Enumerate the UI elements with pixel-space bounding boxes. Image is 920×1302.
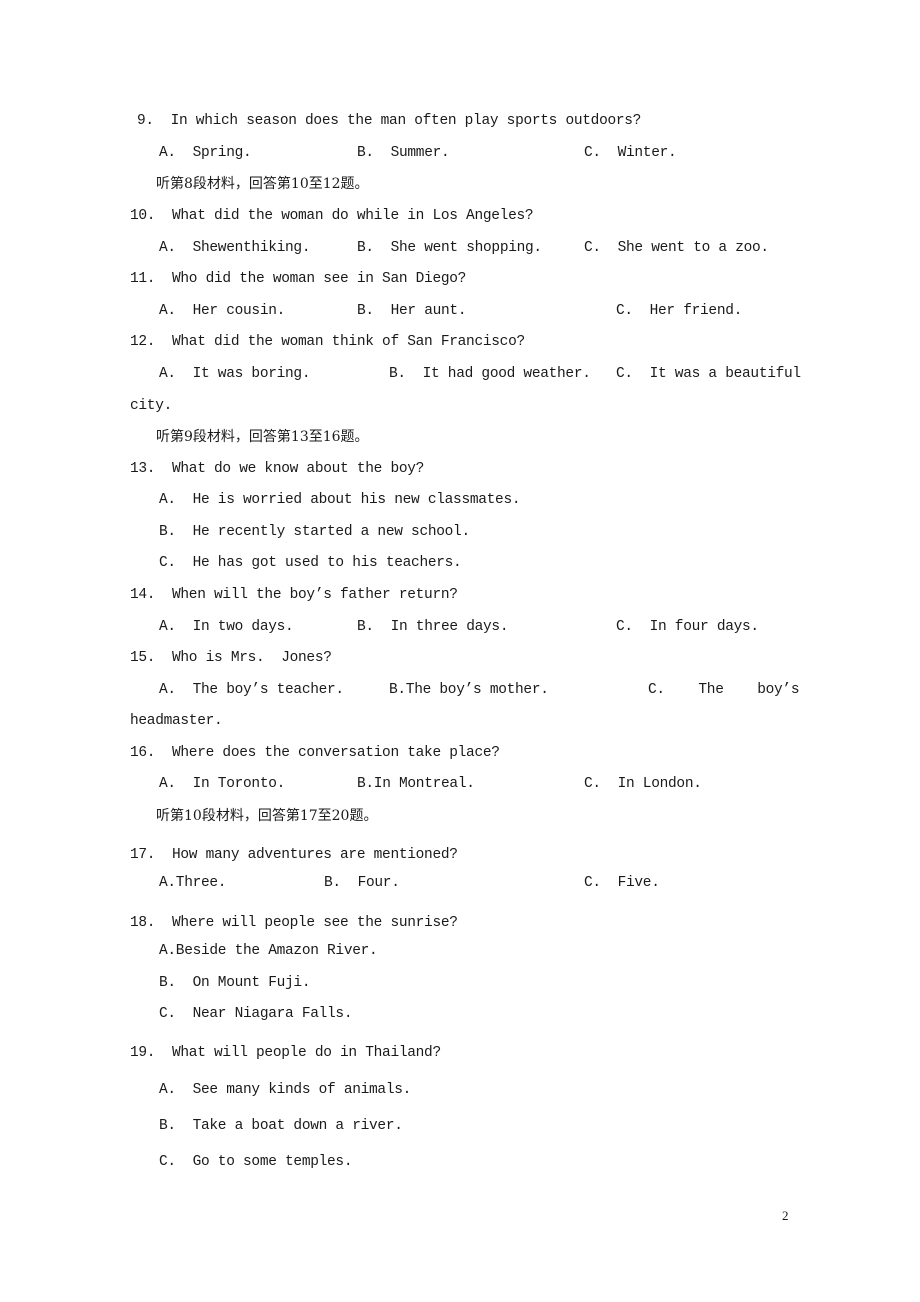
- option-17c: C. Five.: [584, 875, 660, 891]
- option-17b: B. Four.: [324, 875, 400, 891]
- page-number: 2: [782, 1208, 789, 1223]
- question-18: 18. Where will people see the sunrise?: [130, 915, 458, 931]
- question-14: 14. When will the boy’s father return?: [130, 587, 458, 603]
- option-13b: B. He recently started a new school.: [159, 524, 470, 540]
- option-11a: A. Her cousin.: [159, 303, 286, 319]
- option-17a: A.Three.: [159, 875, 227, 891]
- option-12c-continued: city.: [130, 398, 173, 414]
- section-instruction-8: 听第8段材料，回答第10至12题。: [156, 176, 369, 192]
- option-18a: A.Beside the Amazon River.: [159, 943, 378, 959]
- question-13: 13. What do we know about the boy?: [130, 461, 425, 477]
- question-15: 15. Who is Mrs. Jones?: [130, 650, 332, 666]
- option-15c-continued: headmaster.: [130, 713, 223, 729]
- option-18b: B. On Mount Fuji.: [159, 975, 311, 991]
- option-19a: A. See many kinds of animals.: [159, 1082, 412, 1098]
- option-19b: B. Take a boat down a river.: [159, 1118, 403, 1134]
- question-12: 12. What did the woman think of San Fran…: [130, 334, 525, 350]
- option-16b: B.In Montreal.: [357, 776, 475, 792]
- option-15c: C. The boy’s: [648, 682, 800, 698]
- question-9: 9. In which season does the man often pl…: [137, 113, 642, 129]
- question-11: 11. Who did the woman see in San Diego?: [130, 271, 467, 287]
- option-12a: A. It was boring.: [159, 366, 311, 382]
- option-13c: C. He has got used to his teachers.: [159, 555, 462, 571]
- option-14a: A. In two days.: [159, 619, 294, 635]
- question-19: 19. What will people do in Thailand?: [130, 1045, 441, 1061]
- option-14c: C. In four days.: [616, 619, 759, 635]
- option-10a: A. Shewenthiking.: [159, 240, 311, 256]
- option-12c: C. It was a beautiful: [616, 366, 801, 382]
- option-14b: B. In three days.: [357, 619, 509, 635]
- option-15a: A. The boy’s teacher.: [159, 682, 344, 698]
- section-instruction-10: 听第10段材料，回答第17至20题。: [156, 808, 378, 824]
- option-10c: C. She went to a zoo.: [584, 240, 769, 256]
- option-15b: B.The boy’s mother.: [389, 682, 549, 698]
- option-18c: C. Near Niagara Falls.: [159, 1006, 353, 1022]
- question-16: 16. Where does the conversation take pla…: [130, 745, 500, 761]
- option-9a: A. Spring.: [159, 145, 252, 161]
- question-10: 10. What did the woman do while in Los A…: [130, 208, 534, 224]
- option-9c: C. Winter.: [584, 145, 677, 161]
- option-12b: B. It had good weather.: [389, 366, 591, 382]
- option-11c: C. Her friend.: [616, 303, 743, 319]
- question-17: 17. How many adventures are mentioned?: [130, 847, 458, 863]
- section-instruction-9: 听第9段材料，回答第13至16题。: [156, 429, 369, 445]
- option-16a: A. In Toronto.: [159, 776, 286, 792]
- option-11b: B. Her aunt.: [357, 303, 467, 319]
- option-9b: B. Summer.: [357, 145, 450, 161]
- option-13a: A. He is worried about his new classmate…: [159, 492, 521, 508]
- option-16c: C. In London.: [584, 776, 702, 792]
- option-10b: B. She went shopping.: [357, 240, 542, 256]
- option-19c: C. Go to some temples.: [159, 1154, 353, 1170]
